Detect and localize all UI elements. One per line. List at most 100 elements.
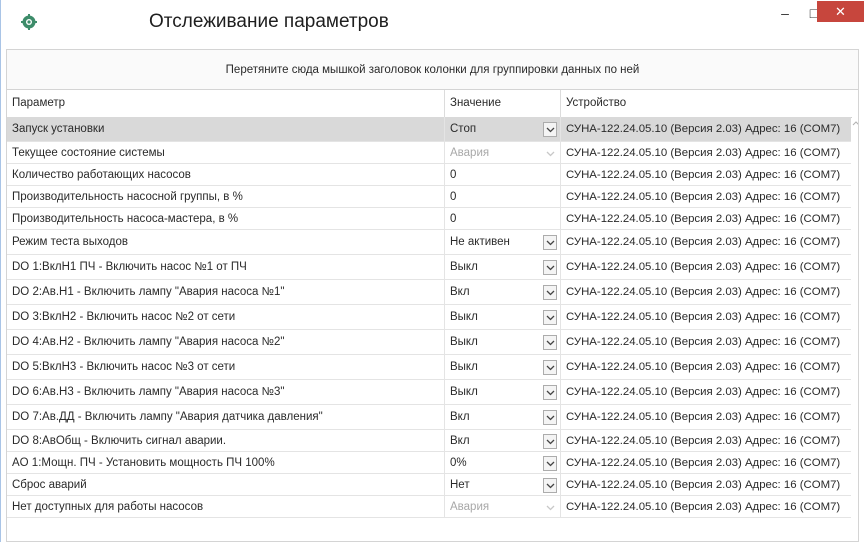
value-text: Вкл	[450, 286, 470, 298]
parameter-cell[interactable]: Количество работающих насосов	[7, 164, 445, 186]
device-cell[interactable]: СУНА-122.24.05.10 (Версия 2.03) Адрес: 1…	[561, 280, 851, 305]
device-cell[interactable]: СУНА-122.24.05.10 (Версия 2.03) Адрес: 1…	[561, 230, 851, 255]
value-select[interactable]: 0%	[445, 452, 561, 474]
table-row[interactable]: Режим теста выходов Не активен СУНА-122.24…	[7, 230, 851, 255]
parameter-cell[interactable]: Нет доступных для работы насосов	[7, 496, 445, 518]
chevron-down-icon[interactable]	[543, 335, 557, 350]
parameter-cell[interactable]: DO 7:Ав.ДД - Включить лампу "Авария датч…	[7, 405, 445, 430]
value-cell[interactable]: 0	[445, 186, 561, 208]
table-row[interactable]: Производительность насосной группы, в % 0…	[7, 186, 851, 208]
chevron-down-icon[interactable]	[543, 478, 557, 493]
value-select[interactable]: Вкл	[445, 405, 561, 430]
table-row[interactable]: DO 2:Ав.Н1 - Включить лампу "Авария насо…	[7, 280, 851, 305]
value-text: Не активен	[450, 236, 510, 248]
device-cell[interactable]: СУНА-122.24.05.10 (Версия 2.03) Адрес: 1…	[561, 496, 851, 518]
table-row[interactable]: DO 8:АвОбщ - Включить сигнал аварии. Вкл С…	[7, 430, 851, 452]
chevron-down-icon[interactable]	[543, 235, 557, 250]
parameter-cell[interactable]: DO 3:ВклН2 - Включить насос №2 от сети	[7, 305, 445, 330]
table-row[interactable]: DO 4:Ав.Н2 - Включить лампу "Авария насо…	[7, 330, 851, 355]
value-select[interactable]: Нет	[445, 474, 561, 496]
value-text: Нет	[450, 479, 470, 491]
parameter-cell[interactable]: Сброс аварий	[7, 474, 445, 496]
table-row[interactable]: DO 6:Ав.Н3 - Включить лампу "Авария насо…	[7, 380, 851, 405]
parameter-cell[interactable]: DO 8:АвОбщ - Включить сигнал аварии.	[7, 430, 445, 452]
chevron-down-icon[interactable]	[543, 285, 557, 300]
table-row[interactable]: DO 5:ВклН3 - Включить насос №3 от сети Вы…	[7, 355, 851, 380]
parameter-cell[interactable]: Производительность насосной группы, в %	[7, 186, 445, 208]
column-header-device[interactable]: Устройство	[561, 90, 849, 117]
chevron-down-icon[interactable]	[543, 385, 557, 400]
table-row[interactable]: DO 3:ВклН2 - Включить насос №2 от сети Вы…	[7, 305, 851, 330]
device-cell[interactable]: СУНА-122.24.05.10 (Версия 2.03) Адрес: 1…	[561, 305, 851, 330]
device-cell[interactable]: СУНА-122.24.05.10 (Версия 2.03) Адрес: 1…	[561, 330, 851, 355]
value-select[interactable]: Выкл	[445, 305, 561, 330]
table-row[interactable]: DO 7:Ав.ДД - Включить лампу "Авария датч…	[7, 405, 851, 430]
device-cell[interactable]: СУНА-122.24.05.10 (Версия 2.03) Адрес: 1…	[561, 430, 851, 452]
value-select: Авария	[445, 142, 561, 164]
column-header-value[interactable]: Значение	[445, 90, 561, 117]
device-cell[interactable]: СУНА-122.24.05.10 (Версия 2.03) Адрес: 1…	[561, 164, 851, 186]
parameter-cell[interactable]: DO 4:Ав.Н2 - Включить лампу "Авария насо…	[7, 330, 445, 355]
parameter-cell[interactable]: Производительность насоса-мастера, в %	[7, 208, 445, 230]
value-select[interactable]: Выкл	[445, 380, 561, 405]
value-text: Выкл	[450, 311, 478, 323]
gear-icon	[21, 14, 37, 30]
minimize-icon: –	[781, 5, 789, 21]
tracking-window: Отслеживание параметров – □ ✕ Перетяните…	[0, 0, 864, 542]
close-button[interactable]: ✕	[817, 1, 864, 22]
value-text: Выкл	[450, 361, 478, 373]
parameter-cell[interactable]: DO 6:Ав.Н3 - Включить лампу "Авария насо…	[7, 380, 445, 405]
device-cell[interactable]: СУНА-122.24.05.10 (Версия 2.03) Адрес: 1…	[561, 117, 851, 142]
parameter-cell[interactable]: DO 1:ВклН1 ПЧ - Включить насос №1 от ПЧ	[7, 255, 445, 280]
value-select[interactable]: Вкл	[445, 430, 561, 452]
parameter-cell[interactable]: Текущее состояние системы	[7, 142, 445, 164]
value-text: 0	[450, 191, 457, 203]
scroll-up-icon[interactable]	[852, 119, 859, 127]
chevron-down-icon[interactable]	[543, 410, 557, 425]
chevron-down-icon[interactable]	[543, 260, 557, 275]
chevron-down-icon[interactable]	[543, 310, 557, 325]
parameter-cell[interactable]: Запуск установки	[7, 117, 445, 142]
value-cell[interactable]: 0	[445, 164, 561, 186]
title-bar[interactable]: Отслеживание параметров – □ ✕	[1, 0, 864, 40]
vertical-scrollbar[interactable]	[852, 117, 859, 541]
device-cell[interactable]: СУНА-122.24.05.10 (Версия 2.03) Адрес: 1…	[561, 142, 851, 164]
value-select[interactable]: Выкл	[445, 255, 561, 280]
device-cell[interactable]: СУНА-122.24.05.10 (Версия 2.03) Адрес: 1…	[561, 255, 851, 280]
device-cell[interactable]: СУНА-122.24.05.10 (Версия 2.03) Адрес: 1…	[561, 452, 851, 474]
group-by-panel[interactable]: Перетяните сюда мышкой заголовок колонки…	[6, 49, 859, 89]
device-cell[interactable]: СУНА-122.24.05.10 (Версия 2.03) Адрес: 1…	[561, 355, 851, 380]
parameter-cell[interactable]: DO 2:Ав.Н1 - Включить лампу "Авария насо…	[7, 280, 445, 305]
value-select[interactable]: Выкл	[445, 330, 561, 355]
value-text: 0	[450, 169, 457, 181]
value-text: Выкл	[450, 261, 478, 273]
device-cell[interactable]: СУНА-122.24.05.10 (Версия 2.03) Адрес: 1…	[561, 186, 851, 208]
chevron-down-icon[interactable]	[543, 360, 557, 375]
parameter-cell[interactable]: DO 5:ВклН3 - Включить насос №3 от сети	[7, 355, 445, 380]
value-select: Авария	[445, 496, 561, 518]
value-select[interactable]: Стоп	[445, 117, 561, 142]
parameter-cell[interactable]: Режим теста выходов	[7, 230, 445, 255]
device-cell[interactable]: СУНА-122.24.05.10 (Версия 2.03) Адрес: 1…	[561, 380, 851, 405]
device-cell[interactable]: СУНА-122.24.05.10 (Версия 2.03) Адрес: 1…	[561, 208, 851, 230]
table-row[interactable]: Количество работающих насосов 0 СУНА-122.2…	[7, 164, 851, 186]
column-header-parameter[interactable]: Параметр	[7, 90, 445, 117]
parameter-cell[interactable]: AO 1:Мощн. ПЧ - Установить мощность ПЧ 1…	[7, 452, 445, 474]
chevron-down-icon[interactable]	[543, 122, 557, 137]
value-select[interactable]: Выкл	[445, 355, 561, 380]
device-cell[interactable]: СУНА-122.24.05.10 (Версия 2.03) Адрес: 1…	[561, 405, 851, 430]
value-select[interactable]: Не активен	[445, 230, 561, 255]
table-row[interactable]: Нет доступных для работы насосов Авария СУ…	[7, 496, 851, 518]
value-select[interactable]: Вкл	[445, 280, 561, 305]
device-cell[interactable]: СУНА-122.24.05.10 (Версия 2.03) Адрес: 1…	[561, 474, 851, 496]
value-cell[interactable]: 0	[445, 208, 561, 230]
table-row[interactable]: Запуск установки Стоп СУНА-122.24.05.10 (В…	[7, 117, 851, 142]
chevron-down-icon[interactable]	[543, 434, 557, 449]
table-row[interactable]: Сброс аварий Нет СУНА-122.24.05.10 (Версия…	[7, 474, 851, 496]
table-row[interactable]: AO 1:Мощн. ПЧ - Установить мощность ПЧ 1…	[7, 452, 851, 474]
table-row[interactable]: DO 1:ВклН1 ПЧ - Включить насос №1 от ПЧ В…	[7, 255, 851, 280]
minimize-button[interactable]: –	[772, 0, 798, 26]
table-row[interactable]: Производительность насоса-мастера, в % 0 С…	[7, 208, 851, 230]
chevron-down-icon[interactable]	[543, 456, 557, 471]
table-row[interactable]: Текущее состояние системы Авария СУНА-122.…	[7, 142, 851, 164]
